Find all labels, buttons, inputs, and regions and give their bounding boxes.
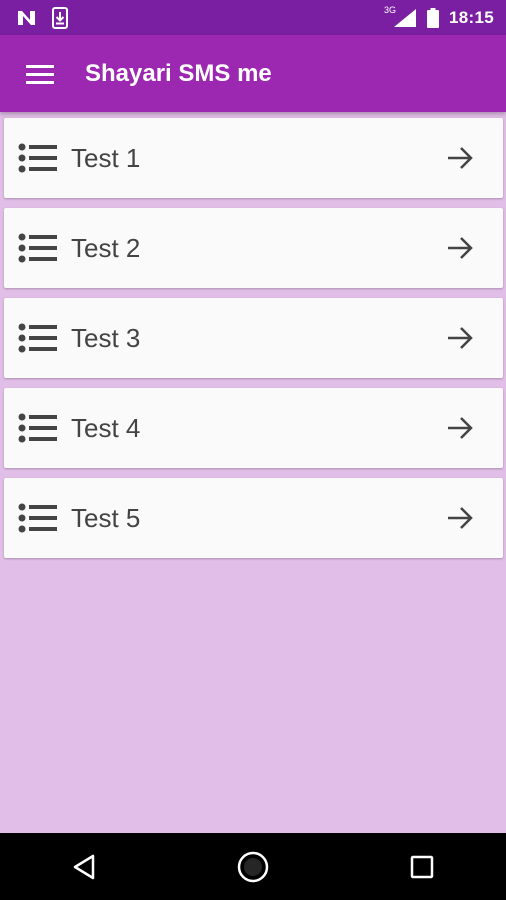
battery-icon: [427, 7, 440, 28]
download-notification-icon: [52, 6, 68, 29]
arrow-forward-icon: [448, 417, 473, 439]
list-item-label: Test 4: [71, 412, 141, 443]
navigation-bar: [0, 833, 506, 900]
back-button[interactable]: [54, 837, 114, 897]
arrow-forward-icon: [448, 507, 473, 529]
back-icon: [74, 854, 95, 879]
signal-icon: [394, 8, 417, 27]
status-bar: 3G 18:15: [0, 0, 506, 35]
list-item-test-1[interactable]: Test 1: [4, 118, 503, 198]
list-icon: [18, 233, 57, 263]
arrow-forward-icon: [448, 327, 473, 349]
home-icon: [237, 851, 269, 882]
list-icon: [18, 323, 57, 353]
n-notification-icon: [18, 10, 35, 25]
recents-button[interactable]: [392, 837, 452, 897]
arrow-forward-icon: [448, 237, 473, 259]
list-item-test-5[interactable]: Test 5: [4, 478, 503, 558]
arrow-forward-icon: [448, 147, 473, 169]
status-time: 18:15: [449, 7, 494, 27]
app-title: Shayari SMS me: [85, 59, 272, 87]
list-item-label: Test 2: [71, 232, 141, 263]
list-item-test-3[interactable]: Test 3: [4, 298, 503, 378]
menu-button[interactable]: [20, 54, 60, 94]
app-bar: Shayari SMS me: [0, 35, 506, 112]
recents-icon: [410, 855, 433, 878]
list-item-label: Test 5: [71, 502, 141, 533]
list-item-test-2[interactable]: Test 2: [4, 208, 503, 288]
network-type-label: 3G: [384, 5, 397, 15]
list-icon: [18, 503, 57, 533]
hamburger-menu-icon: [26, 64, 54, 84]
test-list: Test 1 Test 2 Test 3 Test 4 Test 5: [4, 118, 503, 568]
home-button[interactable]: [223, 837, 283, 897]
list-item-test-4[interactable]: Test 4: [4, 388, 503, 468]
list-icon: [18, 413, 57, 443]
list-item-label: Test 1: [71, 142, 141, 173]
list-icon: [18, 143, 57, 173]
list-item-label: Test 3: [71, 322, 141, 353]
